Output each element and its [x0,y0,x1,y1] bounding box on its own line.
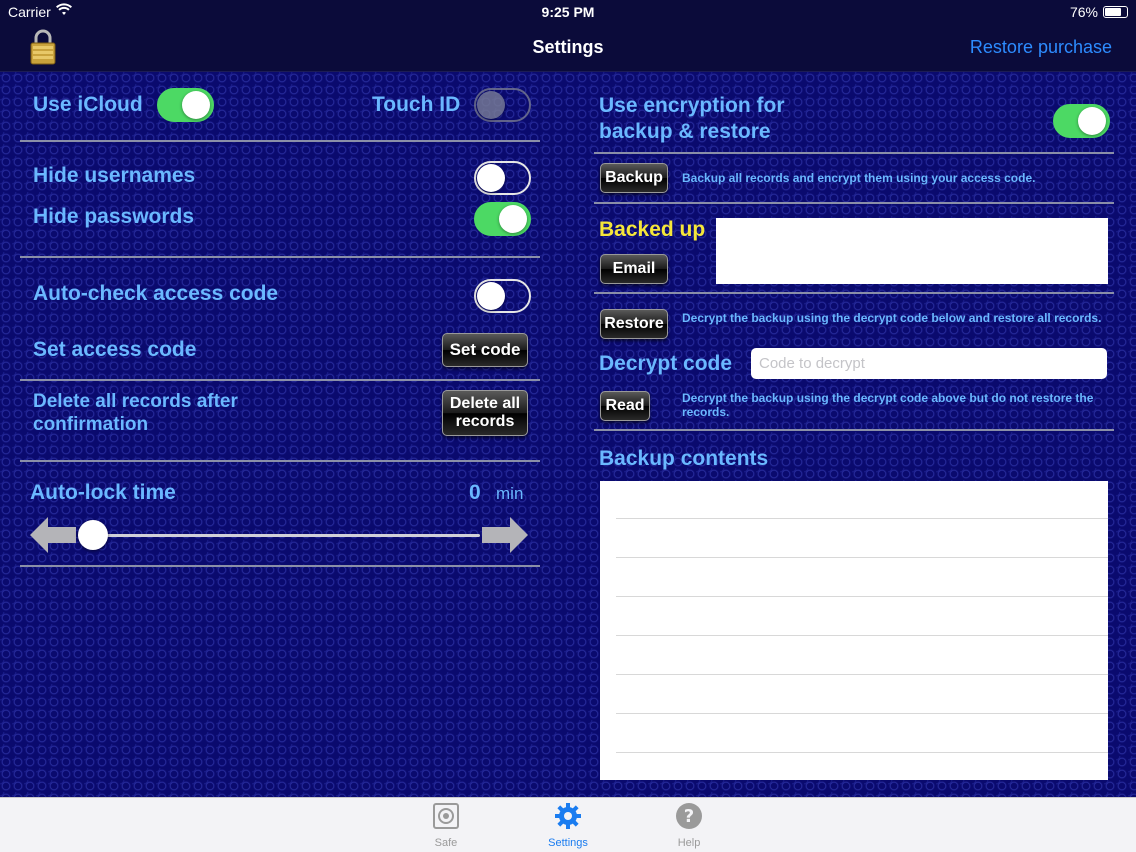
delete-all-button-line1: Delete all [449,395,521,413]
svg-text:?: ? [684,806,694,827]
list-row-divider [616,635,1108,636]
backed-up-label: Backed up [599,218,706,241]
tab-bar: Safe Settings ? Help [0,797,1136,852]
backup-description: Backup all records and encrypt them usin… [682,171,1036,185]
hide-passwords-label: Hide passwords [33,205,195,228]
separator [20,140,540,142]
separator [20,460,540,462]
touch-id-label: Touch ID [372,93,461,116]
auto-lock-slider-thumb[interactable] [78,520,108,550]
list-row-divider [616,674,1108,675]
tab-settings[interactable]: Settings [528,802,608,849]
tab-help-label: Help [677,837,701,849]
restore-button[interactable]: Restore [600,309,668,339]
page-title: Settings [532,37,604,57]
touch-id-toggle[interactable] [474,88,531,122]
use-icloud-label: Use iCloud [33,93,143,116]
battery-percent: 76% [1069,4,1098,20]
battery-icon [1103,6,1128,18]
separator [594,429,1114,431]
hide-usernames-label: Hide usernames [33,164,196,187]
separator [20,379,540,381]
gear-icon [554,803,582,834]
separator [20,256,540,258]
tab-settings-label: Settings [548,837,588,849]
restore-purchase-button[interactable]: Restore purchase [970,37,1112,58]
delete-all-label-line1: Delete all records after [33,391,238,412]
encryption-label-line2: backup & restore [599,120,771,143]
decrypt-code-label: Decrypt code [599,352,733,375]
auto-check-label: Auto-check access code [33,282,279,305]
tab-help[interactable]: ? Help [649,802,729,849]
encryption-toggle[interactable] [1053,104,1110,138]
arrow-left-icon[interactable] [30,516,76,559]
auto-lock-label: Auto-lock time [30,481,176,504]
backed-up-info-box [716,218,1108,284]
separator [594,202,1114,204]
hide-passwords-toggle[interactable] [474,202,531,236]
read-description: Decrypt the backup using the decrypt cod… [682,391,1094,419]
separator [594,292,1114,294]
separator [20,565,540,567]
backup-button[interactable]: Backup [600,163,668,193]
delete-all-button-line2: records [455,413,515,430]
auto-lock-unit: min [496,484,524,503]
list-row-divider [616,596,1108,597]
safe-icon [432,803,460,834]
set-code-button[interactable]: Set code [442,333,528,367]
arrow-right-icon[interactable] [482,516,528,559]
clock: 9:25 PM [541,4,595,20]
status-bar: Carrier 9:25 PM 76% [0,0,1136,24]
set-access-code-label: Set access code [33,338,197,361]
navigation-bar: Settings Restore purchase [0,24,1136,72]
list-row-divider [616,713,1108,714]
tab-safe-label: Safe [434,837,458,849]
backup-contents-label: Backup contents [599,447,769,470]
list-row-divider [616,518,1108,519]
backup-contents-list[interactable] [600,481,1108,780]
list-row-divider [616,752,1108,753]
delete-all-records-button[interactable]: Delete all records [442,390,528,436]
restore-description: Decrypt the backup using the decrypt cod… [682,311,1102,325]
read-button[interactable]: Read [600,391,650,421]
auto-lock-value: 0 [469,481,481,504]
decrypt-code-input[interactable] [751,348,1107,379]
list-row-divider [616,557,1108,558]
help-icon: ? [675,803,703,834]
encryption-label-line1: Use encryption for [599,94,785,117]
auto-lock-slider-track[interactable] [78,534,480,537]
tab-safe[interactable]: Safe [406,802,486,849]
hide-usernames-toggle[interactable] [474,161,531,195]
use-icloud-toggle[interactable] [157,88,214,122]
delete-all-label-line2: confirmation [33,414,149,435]
auto-check-toggle[interactable] [474,279,531,313]
email-button[interactable]: Email [600,254,668,284]
separator [594,152,1114,154]
